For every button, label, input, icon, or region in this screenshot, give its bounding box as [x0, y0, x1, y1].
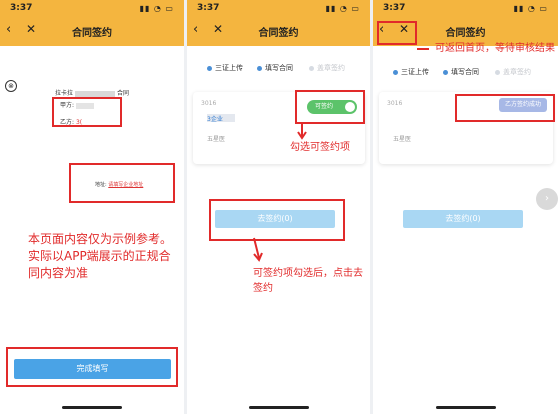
step-dot-icon	[443, 69, 448, 75]
home-indicator	[248, 406, 309, 409]
step-dot-icon	[207, 65, 212, 71]
annotation-arrow	[417, 48, 429, 50]
sign-button[interactable]: 去签约(0)	[403, 210, 523, 228]
phone-screen-1: 3:37 ▮▮ ◔ ▭ ‹ ✕ 合同签约 ⊗ 拉卡拉 合同 甲方: 乙方: 3( …	[0, 0, 184, 414]
redacted-block	[75, 90, 115, 97]
card-org: 五星医	[393, 136, 412, 143]
annotation-toggle-text: 勾选可签约项	[290, 142, 350, 153]
phone-screen-2: 3:37 ▮▮ ◔ ▭ ‹ ✕ 合同签约 三证上传 填写合同 盖章签约 3016…	[187, 0, 370, 414]
annotation-box-sign	[209, 199, 345, 241]
nav-bar: ‹ ✕ 合同签约	[0, 18, 184, 46]
step-2: 填写合同	[443, 67, 479, 77]
step-2-label: 填写合同	[451, 68, 479, 76]
step-dot-icon	[257, 65, 262, 71]
nav-bar: ‹ ✕ 合同签约	[187, 18, 370, 46]
annotation-box-signed	[455, 94, 555, 122]
phone-screen-3: 3:37 ▮▮ ◔ ▭ ‹ ✕ 合同签约 可返回首页，等待审核结果 三证上传 填…	[373, 0, 558, 414]
home-indicator	[62, 406, 122, 409]
step-3: 盖章签约	[309, 63, 345, 73]
step-1: 三证上传	[207, 63, 243, 73]
annotation-arrow	[253, 237, 263, 262]
step-2-label: 填写合同	[265, 64, 293, 72]
annotation-box-address	[69, 163, 175, 203]
status-icons: ▮▮ ◔ ▭	[325, 4, 360, 13]
card-code: 3016	[201, 100, 217, 107]
annotation-box-nav	[377, 21, 417, 45]
card-name: 3企业	[207, 114, 235, 123]
annotation-box-parties	[52, 97, 122, 127]
progress-steps: 三证上传 填写合同 盖章签约	[373, 58, 558, 84]
annotation-box-finish	[6, 347, 178, 387]
step-2: 填写合同	[257, 63, 293, 73]
status-icons: ▮▮ ◔ ▭	[139, 4, 174, 13]
status-time: 3:37	[383, 3, 406, 13]
annotation-box-toggle	[295, 90, 365, 124]
annotation-note: 本页面内容仅为示例参考。实际以APP端展示的正规合同内容为准	[28, 232, 173, 280]
status-bar: 3:37 ▮▮ ◔ ▭	[373, 0, 558, 18]
annotation-back-text: 可返回首页，等待审核结果	[435, 43, 555, 54]
page-title: 合同签约	[72, 28, 112, 39]
status-bar: 3:37 ▮▮ ◔ ▭	[0, 0, 184, 18]
status-bar: 3:37 ▮▮ ◔ ▭	[187, 0, 370, 18]
status-icons: ▮▮ ◔ ▭	[513, 4, 548, 13]
step-3-label: 盖章签约	[317, 64, 345, 72]
home-indicator	[435, 406, 496, 409]
step-dot-icon	[495, 69, 500, 75]
contract-title-suffix: 合同	[117, 90, 130, 97]
card-code: 3016	[387, 100, 403, 107]
chevron-right-icon[interactable]: ›	[536, 188, 558, 210]
card-org: 五星医	[207, 136, 226, 143]
contract-title: 拉卡拉 合同	[0, 88, 184, 97]
step-1-label: 三证上传	[401, 68, 429, 76]
contract-title-prefix: 拉卡拉	[54, 90, 73, 97]
status-time: 3:37	[197, 3, 220, 13]
step-3-label: 盖章签约	[503, 68, 531, 76]
step-dot-icon	[309, 65, 314, 71]
annotation-sign-text: 可签约项勾选后，点击去签约	[253, 268, 363, 294]
step-3: 盖章签约	[495, 67, 531, 77]
status-time: 3:37	[10, 3, 33, 13]
step-1: 三证上传	[393, 67, 429, 77]
progress-steps: 三证上传 填写合同 盖章签约	[187, 54, 370, 80]
page-title: 合同签约	[258, 28, 299, 39]
step-dot-icon	[393, 69, 398, 75]
step-1-label: 三证上传	[215, 64, 243, 72]
